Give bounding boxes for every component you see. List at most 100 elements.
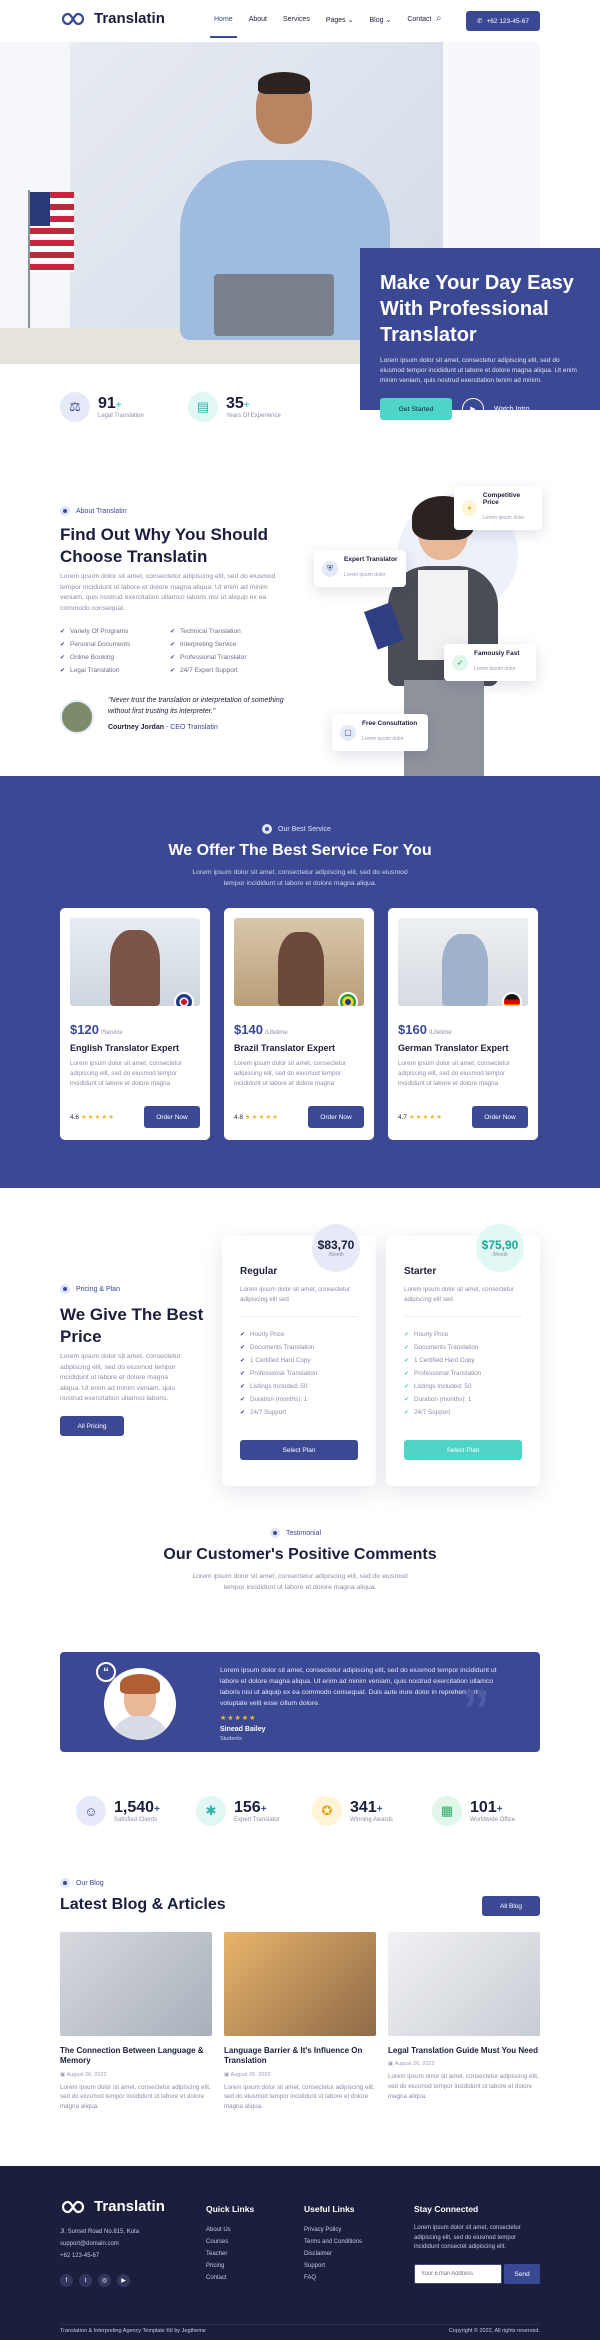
blog-post-desc: Lorem ipsum dolor sit amet, consectetur … — [388, 2073, 539, 2100]
testimonial-name: Sinead Bailey — [220, 1726, 266, 1733]
blog-post[interactable]: Language Barrier & It's Influence On Tra… — [224, 1932, 376, 2112]
play-icon[interactable]: ▶ — [462, 398, 484, 421]
plan-feature: 24/7 Support — [404, 1407, 522, 1420]
blog-date-text: August 26, 2022 — [394, 2061, 435, 2068]
footer-link[interactable]: About Us — [206, 2224, 254, 2236]
plan-starter: $75,90/Month Starter Lorem ipsum dolor s… — [386, 1224, 540, 1486]
youtube-icon[interactable]: ▶ — [117, 2274, 130, 2287]
card-famously-fast: ➶ Famously Fast Lorem ipsum dolor — [444, 644, 536, 681]
rating-value: 4.6 — [70, 1114, 80, 1122]
tag-dot-icon — [60, 1284, 70, 1294]
blog-date-text: August 26, 2022 — [66, 2071, 107, 2078]
about-title-line-2: Choose Translatin — [60, 547, 208, 567]
about-tag-text: About Translatin — [76, 507, 127, 515]
service-period: /Lifetime — [264, 1030, 288, 1036]
quote-icon: “ — [96, 1662, 116, 1682]
blog-image[interactable] — [388, 1932, 540, 2036]
footer-link[interactable]: Support — [304, 2260, 362, 2272]
footer-link[interactable]: Teacher — [206, 2248, 254, 2260]
blog-date-text: August 26, 2022 — [230, 2071, 271, 2078]
watch-intro-link[interactable]: Watch Intro — [494, 406, 530, 413]
footer-logo[interactable]: Translatin — [60, 2198, 165, 2215]
about-title: Find Out Why You Should Choose Translati… — [60, 524, 300, 568]
nav-contact[interactable]: Contact — [407, 16, 431, 24]
get-started-button[interactable]: Get Started — [380, 398, 452, 421]
blog-image[interactable] — [60, 1932, 212, 2036]
counter-label: Winning Awards — [350, 1817, 393, 1823]
feature-item: Online Booking — [60, 654, 170, 661]
services-section: Our Best Service We Offer The Best Servi… — [0, 776, 600, 1188]
plan-features: Hourly Price Documents Translation 1 Cer… — [404, 1329, 522, 1419]
counter-label: Worldwide Office — [470, 1817, 516, 1823]
counter-value: 156 — [234, 1799, 261, 1816]
nav-pages[interactable]: Pages ⌄ — [326, 16, 354, 24]
blog-post-title[interactable]: Language Barrier & It's Influence On Tra… — [224, 2046, 376, 2067]
newsletter-desc: Lorem ipsum dolor sit amet, consectetur … — [414, 2225, 521, 2251]
plan-feature: Documents Translation — [404, 1342, 522, 1355]
select-plan-starter-button[interactable]: Select Plan — [404, 1440, 522, 1460]
testimonial-desc-line-2: tempor incididunt ut labore et dolore ma… — [223, 1583, 377, 1591]
footer-link[interactable]: Terms and Conditions — [304, 2236, 362, 2248]
testimonial-desc-line-1: Lorem ipsum dolor sit amet, consectetur … — [192, 1573, 408, 1580]
hero-title-line-1: Make Your Day Easy — [380, 272, 574, 294]
pricing-title-line-1: We Give The Best — [60, 1305, 204, 1324]
order-now-button[interactable]: Order Now — [144, 1106, 200, 1129]
service-title: English Translator Expert — [70, 1043, 180, 1053]
logo-infinity-icon — [61, 2200, 85, 2213]
nav-blog[interactable]: Blog ⌄ — [370, 16, 392, 24]
stat-value: 35 — [226, 395, 244, 412]
site-logo[interactable]: Translatin — [60, 10, 165, 27]
instagram-icon[interactable]: ◎ — [98, 2274, 111, 2287]
counter-suffix: + — [496, 1804, 503, 1815]
testimonial-tag-text: Testimonial — [286, 1529, 322, 1537]
plan-price: $75,90 — [481, 1238, 519, 1252]
all-pricing-button[interactable]: All Pricing — [60, 1416, 124, 1436]
phone-button[interactable]: ✆ +62 123-45-67 — [466, 11, 540, 31]
translator-figure — [110, 930, 160, 1006]
blog-post[interactable]: Legal Translation Guide Must You Need ▣ … — [388, 1932, 540, 2101]
nav-home[interactable]: Home — [210, 16, 237, 38]
blog-post-title[interactable]: The Connection Between Language & Memory — [60, 2046, 212, 2067]
blog-post-desc: Lorem ipsum dolor sit amet, consectetur … — [60, 2083, 211, 2110]
order-now-button[interactable]: Order Now — [472, 1106, 528, 1129]
nav-services[interactable]: Services — [283, 16, 310, 24]
footer-phone[interactable]: +62 123-45-67 — [60, 2250, 139, 2262]
facebook-icon[interactable]: f — [60, 2274, 73, 2287]
order-now-button[interactable]: Order Now — [308, 1106, 364, 1129]
service-image — [70, 918, 200, 1006]
footer-link[interactable]: Courses — [206, 2236, 254, 2248]
all-blog-button[interactable]: All Blog — [482, 1896, 540, 1916]
chevron-down-icon: ⌄ — [385, 17, 392, 24]
testimonial-title: Our Customer's Positive Comments — [163, 1546, 437, 1563]
send-button[interactable]: Send — [504, 2264, 540, 2284]
footer-quick-links: Quick Links About Us Courses Teacher Pri… — [206, 2204, 254, 2284]
blog-post-title[interactable]: Legal Translation Guide Must You Need — [388, 2046, 540, 2056]
ceo-avatar — [60, 700, 94, 734]
blog-image[interactable] — [224, 1932, 376, 2036]
testimonial-tag: Testimonial — [270, 1528, 321, 1538]
footer-link[interactable]: Contact — [206, 2272, 254, 2284]
useful-links-title: Useful Links — [304, 2204, 355, 2214]
nav-about[interactable]: About — [249, 16, 267, 24]
footer-link[interactable]: Pricing — [206, 2260, 254, 2272]
stat-suffix: + — [115, 400, 122, 411]
calendar-icon: ▣ — [388, 2061, 394, 2068]
tag-dot-icon — [270, 1528, 280, 1538]
footer-email[interactable]: support@domain.com — [60, 2238, 139, 2250]
twitter-icon[interactable]: t — [79, 2274, 92, 2287]
footer-link[interactable]: Disclaimer — [304, 2248, 362, 2260]
card-title: Famously Fast — [474, 650, 520, 657]
shield-icon: ⛨ — [322, 560, 338, 577]
quote-mark-icon: ” — [462, 1678, 490, 1741]
newsletter-email-input[interactable] — [414, 2264, 502, 2284]
blog-post[interactable]: The Connection Between Language & Memory… — [60, 1932, 212, 2112]
plan-desc: Lorem ipsum dolor sit amet, consectetur … — [404, 1286, 515, 1303]
counter-offices: ▦ 101+ Worldwide Office — [432, 1796, 515, 1826]
services-title: We Offer The Best Service For You — [168, 842, 432, 859]
footer-link[interactable]: Privacy Policy — [304, 2224, 362, 2236]
footer-link[interactable]: FAQ — [304, 2272, 362, 2284]
select-plan-regular-button[interactable]: Select Plan — [240, 1440, 358, 1460]
services-tag: Our Best Service — [262, 824, 331, 834]
plan-feature: Duration (months): 1 — [240, 1394, 358, 1407]
search-icon[interactable]: ⌕ — [436, 13, 442, 24]
